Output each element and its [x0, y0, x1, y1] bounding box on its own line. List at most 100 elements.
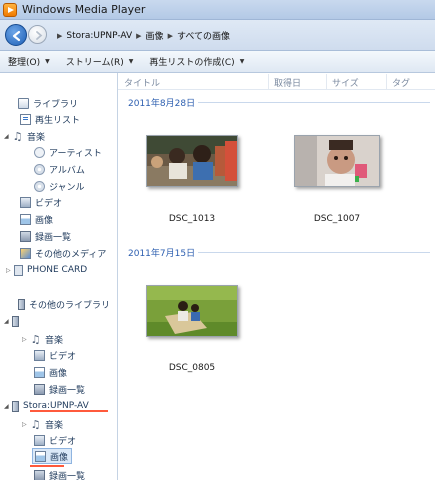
nav-item-album[interactable]: アルバム	[34, 161, 85, 177]
nav-item-label: 録画一覧	[35, 232, 72, 243]
photo-title: DSC_1013	[168, 214, 216, 224]
expand-arrow-icon[interactable]: ▷	[22, 336, 27, 343]
nav-item-label: ビデオ	[35, 198, 63, 209]
expand-arrow-icon[interactable]: ▷	[22, 421, 27, 428]
nav-item-label: ジャンル	[49, 182, 85, 193]
chevron-down-icon: ▼	[239, 58, 245, 65]
picture-icon	[34, 366, 45, 378]
album-icon	[34, 163, 45, 175]
nav-item-other-media[interactable]: その他のメディア	[20, 245, 106, 261]
genre-icon	[34, 180, 45, 192]
back-button[interactable]	[5, 24, 27, 46]
nav-item-music[interactable]: ◢ ♫ 音楽	[4, 128, 45, 144]
nav-item-video[interactable]: ビデオ	[20, 194, 62, 210]
expand-arrow-icon[interactable]: ◢	[4, 403, 9, 410]
chevron-down-icon: ▼	[45, 58, 50, 65]
group-divider	[198, 252, 430, 253]
expand-arrow-icon[interactable]: ▷	[6, 267, 11, 274]
library-icon	[18, 97, 29, 109]
breadcrumb-item[interactable]: Stora:UPNP-AV	[66, 31, 132, 41]
picture-icon	[35, 450, 46, 462]
forward-button[interactable]	[28, 25, 47, 44]
nav-item-label: 録画一覧	[49, 471, 86, 480]
column-divider[interactable]	[268, 74, 269, 89]
nav-item-label: 画像	[50, 452, 69, 463]
address-bar: ▶ Stora:UPNP-AV ▶ 画像 ▶ すべての画像	[0, 20, 435, 51]
music-note-icon: ♫	[30, 332, 41, 346]
photo-thumbnail[interactable]	[146, 285, 238, 337]
nav-item-music[interactable]: ▷ ♫ 音楽	[22, 331, 63, 347]
picture-icon	[20, 213, 31, 225]
nav-item-recorded-tv[interactable]: 録画一覧	[34, 467, 85, 480]
nav-item-label: 音楽	[45, 335, 64, 346]
media-server-icon	[12, 315, 19, 327]
nav-item-library[interactable]: ライブラリ	[18, 95, 78, 111]
create-playlist-menu-label: 再生リストの作成(C)	[149, 58, 235, 68]
photo-thumbnail[interactable]	[146, 135, 238, 187]
column-header: タイトル 取得日 サイズ タグ	[118, 73, 435, 90]
nav-item-library-server[interactable]: ◢	[4, 313, 23, 329]
music-note-icon: ♫	[30, 417, 41, 431]
nav-item-label: 録画一覧	[49, 385, 86, 396]
column-divider[interactable]	[326, 74, 327, 89]
breadcrumb-item[interactable]: 画像	[146, 29, 164, 42]
phone-icon	[14, 264, 23, 276]
stream-menu-label: ストリーム(R)	[65, 58, 124, 68]
navigation-pane: ライブラリ 再生リスト ◢ ♫ 音楽 アーティスト アルバム ジャンル ビデオ …	[0, 73, 118, 480]
column-tag[interactable]: タグ	[392, 76, 410, 89]
artist-icon	[34, 146, 45, 158]
nav-item-artist[interactable]: アーティスト	[34, 144, 102, 160]
nav-item-label: その他のライブラリ	[29, 300, 111, 311]
create-playlist-menu[interactable]: 再生リストの作成(C) ▼	[149, 55, 244, 68]
photo-image	[295, 136, 379, 186]
breadcrumb-chevron-icon[interactable]: ▶	[57, 32, 62, 40]
nav-item-label: ビデオ	[49, 351, 77, 362]
nav-item-recorded-tv[interactable]: 録画一覧	[34, 381, 85, 397]
photo-thumbnail[interactable]	[294, 135, 380, 187]
nav-item-label: アーティスト	[49, 148, 102, 159]
tv-icon	[34, 469, 45, 480]
nav-item-label: ライブラリ	[33, 99, 79, 110]
stream-menu[interactable]: ストリーム(R) ▼	[66, 55, 134, 68]
video-icon	[34, 434, 45, 446]
playlist-icon	[20, 113, 31, 125]
nav-item-label: アルバム	[49, 165, 85, 176]
nav-item-playlist[interactable]: 再生リスト	[20, 111, 80, 127]
photo-title: DSC_1007	[313, 214, 361, 224]
breadcrumb-chevron-icon[interactable]: ▶	[168, 32, 173, 40]
nav-item-phone-card[interactable]: ▷ PHONE CARD	[6, 262, 87, 278]
video-icon	[34, 349, 45, 361]
chevron-down-icon: ▼	[128, 58, 134, 65]
nav-item-label: 音楽	[45, 420, 64, 431]
photo-image	[147, 136, 237, 186]
column-divider[interactable]	[386, 74, 387, 89]
organize-menu[interactable]: 整理(O) ▼	[8, 55, 50, 68]
nav-item-label: 音楽	[27, 132, 46, 143]
breadcrumb-chevron-icon[interactable]: ▶	[136, 32, 141, 40]
photo-image	[147, 286, 237, 336]
group-header[interactable]: 2011年7月15日	[128, 245, 195, 259]
nav-item-genre[interactable]: ジャンル	[34, 178, 85, 194]
video-icon	[20, 196, 31, 208]
column-date[interactable]: 取得日	[274, 76, 301, 89]
nav-item-other-libraries[interactable]: その他のライブラリ	[18, 296, 110, 312]
nav-item-label: 再生リスト	[35, 115, 81, 126]
nav-item-label: ビデオ	[49, 436, 77, 447]
nav-item-video[interactable]: ビデオ	[34, 432, 76, 448]
nav-item-recorded-tv[interactable]: 録画一覧	[20, 228, 71, 244]
media-player-icon	[3, 3, 17, 17]
expand-arrow-icon[interactable]: ◢	[4, 133, 9, 140]
nav-item-label: その他のメディア	[35, 249, 107, 260]
nav-item-pictures[interactable]: 画像	[34, 364, 67, 380]
organize-menu-label: 整理(O)	[8, 58, 41, 68]
nav-item-pictures[interactable]: 画像	[20, 211, 53, 227]
window-title: Windows Media Player	[22, 3, 146, 16]
nav-item-music[interactable]: ▷ ♫ 音楽	[22, 416, 63, 432]
breadcrumb-item[interactable]: すべての画像	[177, 29, 230, 42]
column-title[interactable]: タイトル	[124, 76, 160, 89]
group-header[interactable]: 2011年8月28日	[128, 95, 195, 109]
expand-arrow-icon[interactable]: ◢	[4, 318, 9, 325]
nav-item-video[interactable]: ビデオ	[34, 347, 76, 363]
column-size[interactable]: サイズ	[332, 76, 359, 89]
nav-item-pictures-selected[interactable]: 画像	[32, 448, 73, 464]
